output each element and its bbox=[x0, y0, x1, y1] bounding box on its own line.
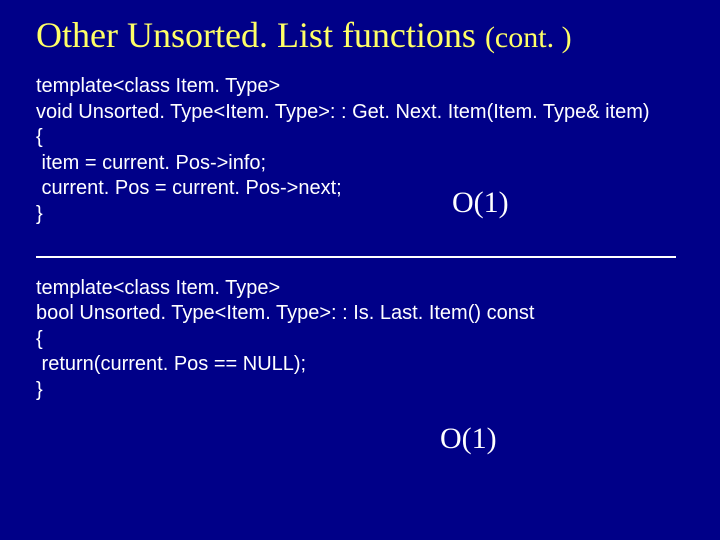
code-line: } bbox=[36, 203, 43, 225]
code-line: void Unsorted. Type<Item. Type>: : Get. … bbox=[36, 101, 650, 123]
slide: Other Unsorted. List functions (cont. ) … bbox=[0, 0, 720, 540]
code-block-1: template<class Item. Type> void Unsorted… bbox=[36, 74, 684, 228]
code-line: item = current. Pos->info; bbox=[36, 152, 266, 174]
code-line: template<class Item. Type> bbox=[36, 75, 280, 97]
title-main: Other Unsorted. List functions bbox=[36, 15, 485, 55]
code-line: { bbox=[36, 126, 43, 148]
code-line: bool Unsorted. Type<Item. Type>: : Is. L… bbox=[36, 302, 534, 324]
code-line: template<class Item. Type> bbox=[36, 277, 280, 299]
code-block-2: template<class Item. Type> bool Unsorted… bbox=[36, 276, 684, 404]
complexity-annotation-1: O(1) bbox=[452, 186, 509, 220]
code-line: } bbox=[36, 379, 43, 401]
code-line: { bbox=[36, 328, 43, 350]
complexity-annotation-2: O(1) bbox=[440, 422, 497, 456]
code-line: return(current. Pos == NULL); bbox=[36, 353, 306, 375]
title-cont: (cont. ) bbox=[485, 21, 572, 54]
slide-title: Other Unsorted. List functions (cont. ) bbox=[36, 14, 684, 56]
section-divider bbox=[36, 256, 676, 258]
code-line: current. Pos = current. Pos->next; bbox=[36, 177, 342, 199]
